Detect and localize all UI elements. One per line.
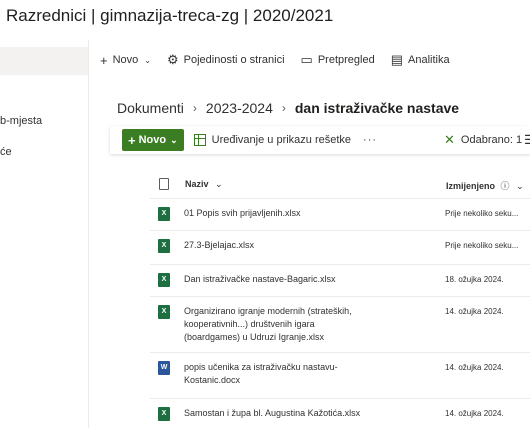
plus-icon: + <box>128 132 136 148</box>
column-header-modified[interactable]: Izmijenjeno ⓘ ⌄ <box>446 179 524 192</box>
close-icon: ✕ <box>444 132 455 147</box>
file-name-link[interactable]: popis učenika za istraživačku nastavu-Ko… <box>184 361 364 387</box>
file-name-link[interactable]: Dan istraživačke nastave-Bagaric.xlsx <box>184 273 364 286</box>
view-options-icon[interactable]: ☰ <box>524 132 530 148</box>
grid-edit-button[interactable]: Uređivanje u prikazu rešetke <box>193 134 351 146</box>
column-header-name[interactable]: Naziv ⌄ <box>185 179 223 190</box>
file-name-link[interactable]: Samostan i župa bl. Augustina Kažotića.x… <box>184 407 364 420</box>
chevron-down-icon: ⌄ <box>516 181 524 191</box>
new-page-button[interactable]: + Novo ⌄ <box>100 53 151 68</box>
table-row[interactable]: X Samostan i župa bl. Augustina Kažotića.… <box>150 398 530 429</box>
analytics-button[interactable]: ▤ Analitika <box>391 52 450 68</box>
file-type-icon <box>159 178 169 190</box>
table-row[interactable]: X Organizirano igranje modernih (stratešk… <box>150 296 530 353</box>
plus-icon: + <box>100 52 108 68</box>
chevron-down-icon: ⌄ <box>170 134 178 145</box>
page-details-button[interactable]: ⚙ Pojedinosti o stranici <box>167 52 285 68</box>
breadcrumb-year[interactable]: 2023-2024 <box>206 100 273 116</box>
command-bar: + Novo ⌄ ⚙ Pojedinosti o stranici ▭ Pret… <box>100 48 466 72</box>
modified-date: Prije nekoliko seku... <box>445 209 519 218</box>
preview-button[interactable]: ▭ Pretpregled <box>301 52 375 68</box>
leftnav-selected-item[interactable] <box>0 47 88 75</box>
table-row[interactable]: X Dan istraživačke nastave-Bagaric.xlsx 18… <box>150 264 530 297</box>
modified-date: 18. ožujka 2024. <box>445 275 504 284</box>
leftnav-item-ce[interactable]: će <box>0 146 12 158</box>
modified-date: 14. ožujka 2024. <box>445 409 504 418</box>
grid-icon <box>193 134 206 146</box>
table-row[interactable]: X 01 Popis svih prijavljenih.xlsx Prije ne… <box>150 198 530 231</box>
file-name-link[interactable]: Organizirano igranje modernih (strateški… <box>184 305 364 344</box>
analytics-icon: ▤ <box>390 52 403 67</box>
excel-file-icon: X <box>158 407 170 421</box>
excel-file-icon: X <box>158 273 170 287</box>
breadcrumb-current: dan istraživačke nastave <box>294 100 460 116</box>
info-icon: ⓘ <box>500 181 510 191</box>
breadcrumb-documents[interactable]: Dokumenti <box>117 100 184 116</box>
leftnav-item-mjesta[interactable]: b-mjesta <box>0 115 42 127</box>
gear-icon: ⚙ <box>166 52 179 67</box>
chevron-down-icon: ⌄ <box>144 55 151 65</box>
new-item-button[interactable]: + Novo ⌄ <box>122 129 184 151</box>
excel-file-icon: X <box>158 239 170 253</box>
modified-date: Prije nekoliko seku... <box>445 241 519 250</box>
breadcrumb: Dokumenti › 2023-2024 › dan istraživačke… <box>117 100 459 116</box>
table-row[interactable]: X 27.3-Bjelajac.xlsx Prije nekoliko seku..… <box>150 230 530 265</box>
excel-file-icon: X <box>158 207 170 221</box>
modified-date: 14. ožujka 2024. <box>445 307 504 316</box>
table-header: Naziv ⌄ Izmijenjeno ⓘ ⌄ <box>150 172 530 196</box>
left-navigation: b-mjesta će <box>0 40 89 428</box>
modified-date: 14. ožujka 2024. <box>445 363 504 372</box>
word-file-icon: W <box>158 361 170 375</box>
excel-file-icon: X <box>158 305 170 319</box>
file-name-link[interactable]: 01 Popis svih prijavljenih.xlsx <box>184 207 364 220</box>
chevron-right-icon: › <box>192 101 197 115</box>
chevron-right-icon: › <box>281 101 286 115</box>
selection-count-button[interactable]: ✕ Odabrano: 1 <box>444 132 522 148</box>
list-toolbar: + Novo ⌄ Uređivanje u prikazu rešetke ··… <box>110 126 530 154</box>
chevron-down-icon: ⌄ <box>215 179 223 189</box>
site-title[interactable]: Razrednici | gimnazija-treca-zg | 2020/2… <box>6 6 333 26</box>
file-name-link[interactable]: 27.3-Bjelajac.xlsx <box>184 239 364 252</box>
table-row[interactable]: Wpopis učenika za istraživačku nastavu-K… <box>150 352 530 399</box>
more-options-button[interactable]: ··· <box>363 134 377 146</box>
preview-icon: ▭ <box>300 52 313 67</box>
